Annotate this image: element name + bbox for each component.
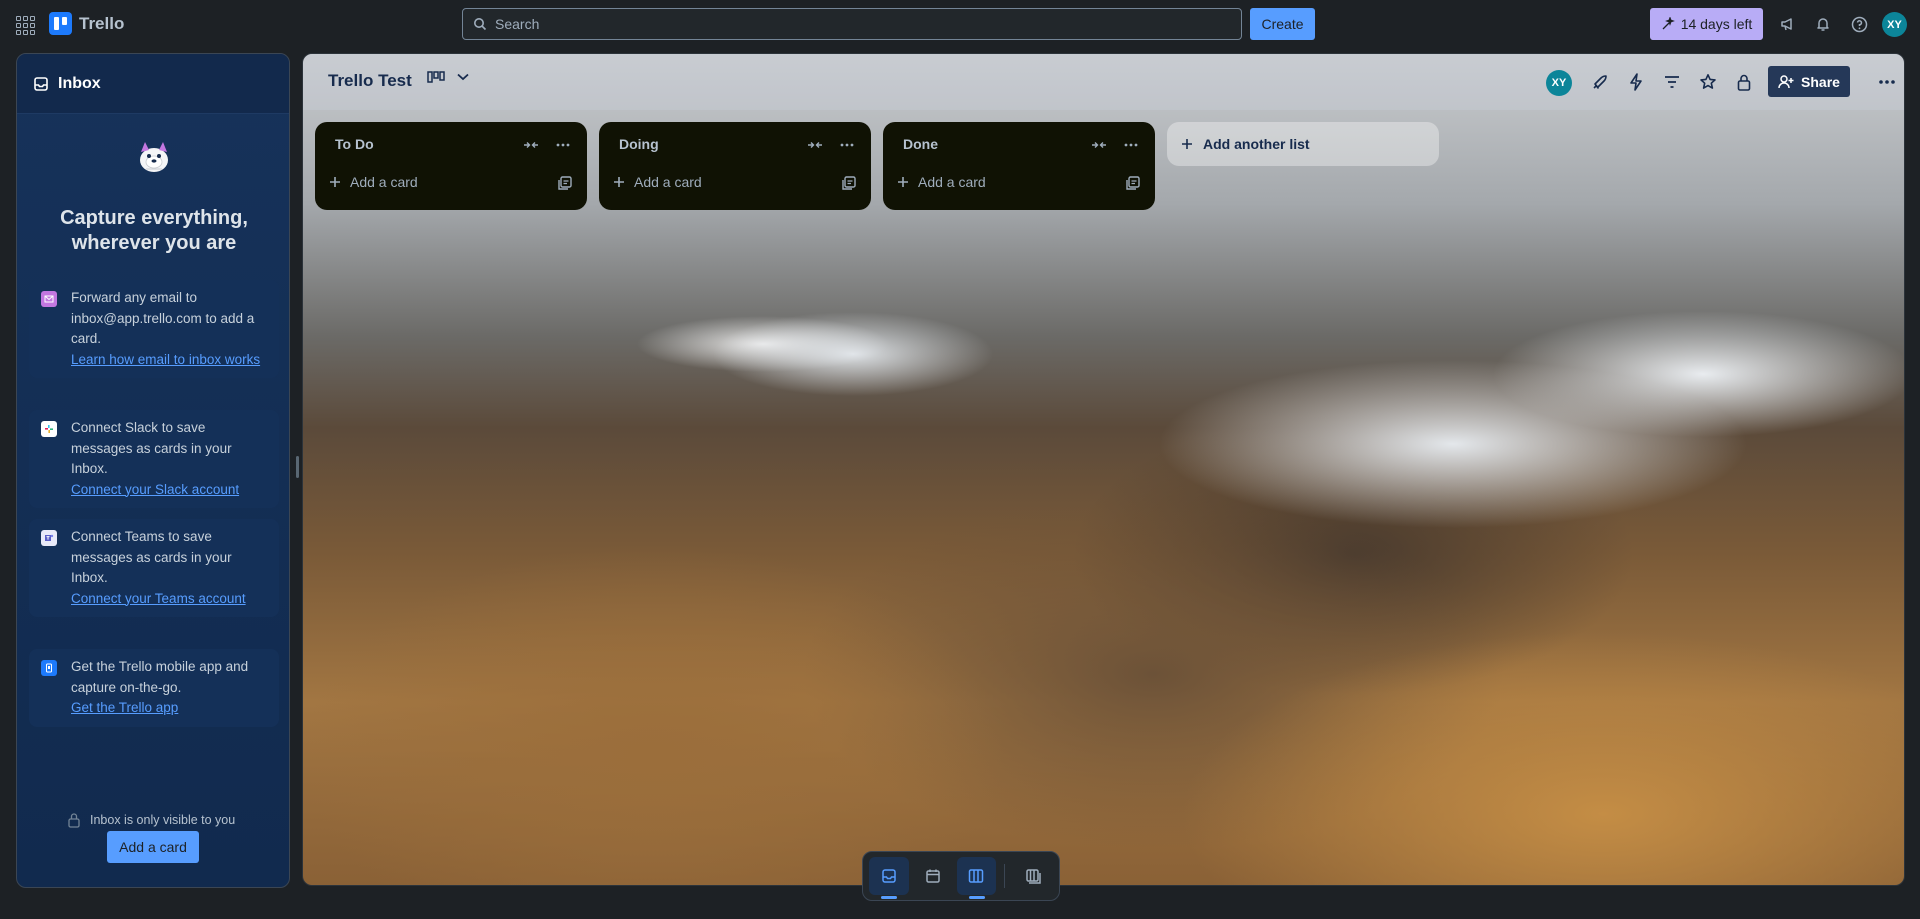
add-card-label: Add a card — [634, 174, 702, 190]
share-button[interactable]: Share — [1768, 66, 1850, 97]
megaphone-icon[interactable] — [1778, 14, 1798, 34]
inbox-heading-line2: wherever you are — [71, 232, 237, 254]
lock-icon — [68, 813, 80, 828]
board-view-switcher[interactable] — [427, 71, 469, 83]
add-card-button[interactable]: Add a card — [329, 174, 418, 190]
tip-teams: Connect Teams to save messages as cards … — [29, 519, 279, 617]
share-label: Share — [1801, 73, 1840, 90]
search-icon — [474, 18, 487, 31]
add-another-list-button[interactable]: Add another list — [1167, 122, 1439, 166]
tip-slack: Connect Slack to save messages as cards … — [29, 410, 279, 508]
board-member-avatar[interactable]: XY — [1546, 70, 1572, 96]
list-menu-icon[interactable] — [837, 135, 857, 155]
plus-icon — [1182, 139, 1192, 149]
taco-mascot-icon — [140, 142, 168, 172]
tip-slack-link[interactable]: Connect your Slack account — [71, 482, 239, 497]
tip-mobile: Get the Trello mobile app and capture on… — [29, 649, 279, 727]
apps-grid-icon[interactable] — [14, 14, 35, 35]
star-icon[interactable] — [1697, 71, 1719, 93]
trial-label: 14 days left — [1680, 16, 1753, 32]
board-icon — [969, 869, 984, 883]
calendar-icon — [925, 869, 940, 883]
inbox-toggle-button[interactable] — [869, 857, 909, 899]
slack-icon — [41, 421, 57, 437]
filter-icon[interactable] — [1661, 71, 1683, 93]
board-header: Trello Test XY Share — [303, 54, 1904, 110]
card-template-icon[interactable] — [557, 175, 573, 191]
bottom-nav-divider — [1004, 864, 1006, 888]
inbox-panel: Inbox Capture everything, wherever you a… — [16, 53, 290, 888]
collapse-list-icon[interactable] — [1089, 135, 1109, 155]
trello-logo-icon — [49, 12, 72, 35]
search-bar[interactable] — [462, 8, 1242, 40]
switch-boards-button[interactable] — [1013, 857, 1053, 895]
tip-mobile-text: Get the Trello mobile app and capture on… — [71, 659, 249, 695]
tip-mobile-link[interactable]: Get the Trello app — [71, 700, 178, 715]
list-title[interactable]: To Do — [335, 136, 374, 152]
list-done: Done Add a card — [883, 122, 1155, 210]
tip-slack-text: Connect Slack to save messages as cards … — [71, 420, 232, 476]
email-icon — [41, 291, 57, 307]
inbox-visibility-note: Inbox is only visible to you — [67, 812, 235, 828]
list-title[interactable]: Done — [903, 136, 938, 152]
top-navigation-bar: Trello Create 14 days left XY — [0, 0, 1920, 48]
inbox-header: Inbox — [17, 54, 289, 114]
panel-resize-handle[interactable] — [296, 456, 299, 478]
tip-email-text: Forward any email to inbox@app.trello.co… — [71, 290, 255, 346]
tip-email-link[interactable]: Learn how email to inbox works — [71, 352, 260, 367]
list-title[interactable]: Doing — [619, 136, 659, 152]
switch-boards-icon — [1026, 869, 1041, 884]
board-title[interactable]: Trello Test — [328, 71, 412, 91]
add-person-icon — [1778, 74, 1794, 88]
board-view-icon — [427, 71, 445, 83]
list-menu-icon[interactable] — [1121, 135, 1141, 155]
more-options-icon[interactable] — [1876, 71, 1898, 93]
add-card-button[interactable]: Add a card — [897, 174, 986, 190]
list-to-do: To Do Add a card — [315, 122, 587, 210]
inbox-icon — [34, 76, 48, 91]
tip-teams-text: Connect Teams to save messages as cards … — [71, 529, 232, 585]
list-menu-icon[interactable] — [553, 135, 573, 155]
automation-icon[interactable] — [1625, 71, 1647, 93]
visibility-lock-icon[interactable] — [1733, 71, 1755, 93]
inbox-heading: Capture everything, wherever you are — [37, 206, 271, 256]
card-template-icon[interactable] — [1125, 175, 1141, 191]
power-ups-icon[interactable] — [1589, 71, 1611, 93]
tip-teams-link[interactable]: Connect your Teams account — [71, 591, 246, 606]
plus-icon — [330, 177, 340, 187]
search-input[interactable] — [495, 16, 1215, 32]
add-card-label: Add a card — [350, 174, 418, 190]
user-avatar[interactable]: XY — [1882, 12, 1907, 37]
add-list-label: Add another list — [1203, 136, 1310, 152]
create-button[interactable]: Create — [1250, 8, 1315, 40]
sparkle-icon — [1662, 17, 1675, 30]
list-doing: Doing Add a card — [599, 122, 871, 210]
app-name: Trello — [79, 13, 125, 33]
inbox-icon — [882, 869, 896, 883]
collapse-list-icon[interactable] — [805, 135, 825, 155]
board-toggle-button[interactable] — [956, 857, 997, 899]
trello-logo[interactable]: Trello — [49, 12, 124, 35]
board-canvas: Trello Test XY Share To Do Add a card Do… — [302, 53, 1905, 886]
plus-icon — [614, 177, 624, 187]
visibility-text: Inbox is only visible to you — [90, 813, 236, 827]
trial-days-left-button[interactable]: 14 days left — [1650, 8, 1763, 40]
bottom-view-switcher — [862, 851, 1060, 901]
collapse-list-icon[interactable] — [521, 135, 541, 155]
planner-toggle-button[interactable] — [913, 857, 953, 895]
inbox-heading-line1: Capture everything, — [60, 207, 248, 229]
bell-icon[interactable] — [1813, 14, 1833, 34]
teams-icon — [41, 530, 57, 546]
plus-icon — [898, 177, 908, 187]
add-card-label: Add a card — [918, 174, 986, 190]
inbox-title: Inbox — [58, 74, 101, 92]
card-template-icon[interactable] — [841, 175, 857, 191]
chevron-down-icon — [457, 73, 469, 81]
tip-email: Forward any email to inbox@app.trello.co… — [29, 280, 279, 378]
inbox-add-card-button[interactable]: Add a card — [107, 831, 199, 863]
mobile-icon — [41, 660, 57, 676]
add-card-button[interactable]: Add a card — [613, 174, 702, 190]
help-icon[interactable] — [1849, 14, 1869, 34]
